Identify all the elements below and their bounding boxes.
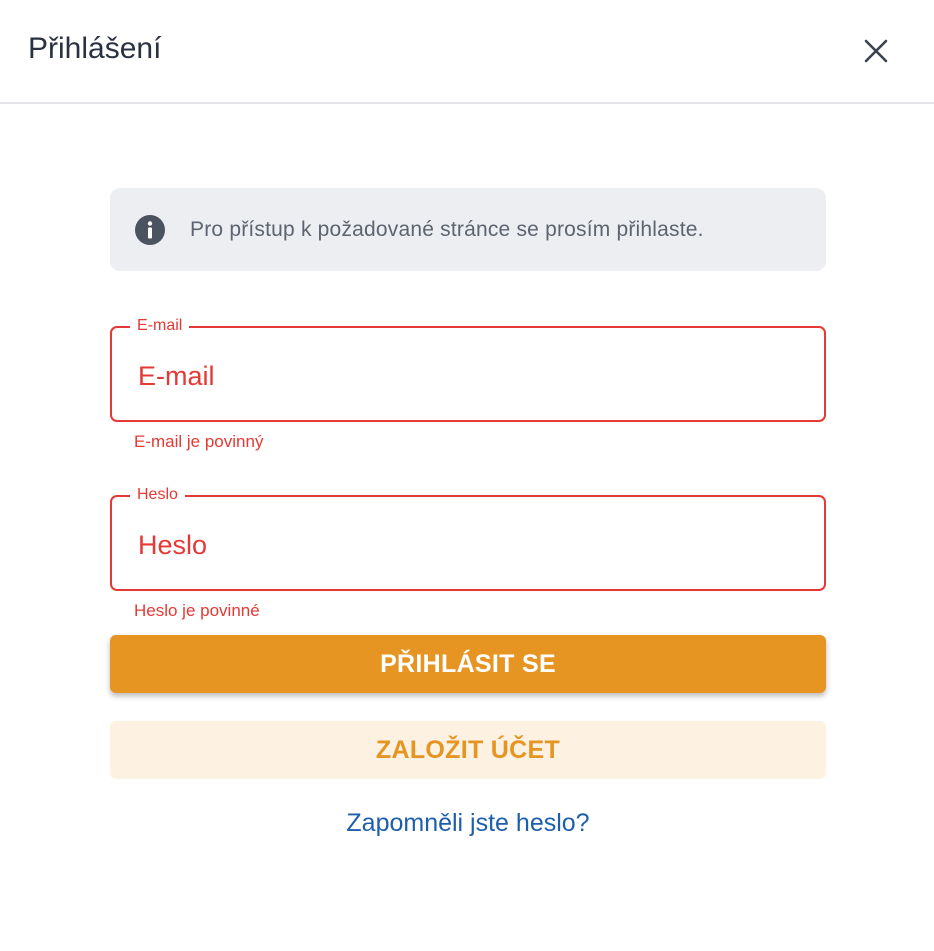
password-input[interactable]: Heslo <box>138 527 798 563</box>
forgot-password-link[interactable]: Zapomněli jste heslo? <box>110 809 826 838</box>
email-input[interactable]: E-mail <box>138 358 798 394</box>
info-icon <box>135 214 165 245</box>
email-error: E-mail je povinný <box>134 432 264 451</box>
email-field[interactable]: E-mail E-mail <box>110 315 826 422</box>
login-form: Pro přístup k požadované stránce se pros… <box>110 188 826 838</box>
dialog-header: Přihlášení <box>0 0 934 104</box>
close-button[interactable] <box>856 31 896 71</box>
email-label: E-mail <box>130 315 190 337</box>
info-message: Pro přístup k požadované stránce se pros… <box>110 188 826 271</box>
close-icon <box>864 39 888 63</box>
create-account-button[interactable]: ZALOŽIT ÚČET <box>110 721 826 779</box>
password-error: Heslo je povinné <box>134 601 260 620</box>
password-label: Heslo <box>130 484 185 506</box>
password-field[interactable]: Heslo Heslo <box>110 484 826 591</box>
login-dialog: Přihlášení Pro přístup k požadované strá… <box>0 0 934 951</box>
login-button[interactable]: PŘIHLÁSIT SE <box>110 635 826 693</box>
dialog-title: Přihlášení <box>28 32 162 65</box>
info-text: Pro přístup k požadované stránce se pros… <box>190 217 704 241</box>
